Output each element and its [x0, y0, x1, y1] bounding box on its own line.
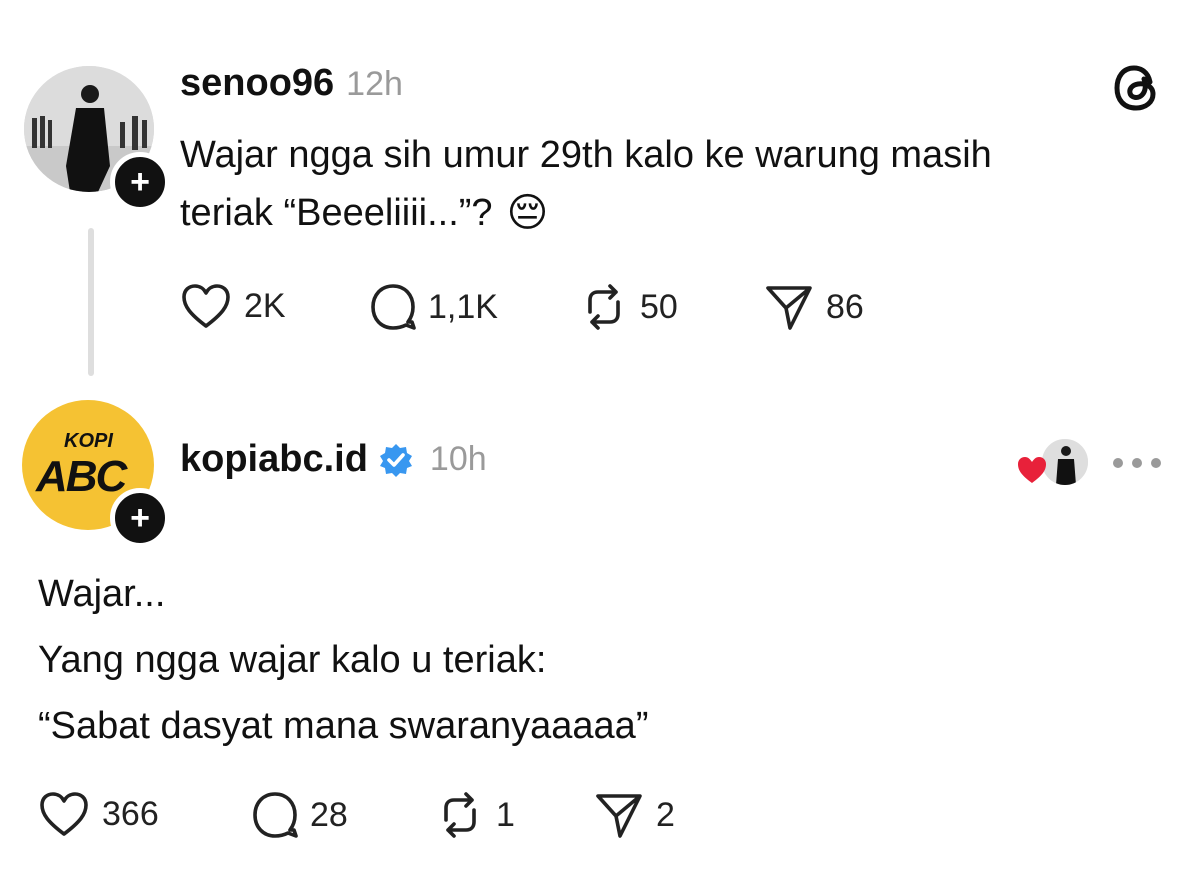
share-send-icon[interactable] [764, 282, 814, 332]
post2-reposts-count: 1 [496, 795, 515, 834]
reply-bubble-icon[interactable] [250, 790, 300, 840]
post2-reply-stat[interactable]: 28 [250, 790, 348, 840]
post2-text-line3: “Sabat dasyat mana swaranyaaaaa” [38, 705, 649, 747]
reply-bubble-icon[interactable] [368, 282, 418, 332]
logo-kopi-text: KOPI [64, 430, 113, 452]
post2-repost-stat[interactable]: 1 [434, 790, 515, 840]
post1-header: senoo96 12h [180, 62, 403, 105]
post1-shares-count: 86 [826, 287, 864, 326]
verified-badge-icon [379, 443, 412, 477]
heart-icon[interactable] [38, 790, 90, 838]
follow-plus-button-kopiabc[interactable]: + [110, 488, 170, 548]
liked-heart-icon [1016, 455, 1048, 490]
repost-icon[interactable] [434, 790, 486, 840]
post1-reply-stat[interactable]: 1,1K [368, 282, 498, 332]
post2-likes-count: 366 [102, 794, 159, 833]
threads-logo-icon[interactable] [1112, 62, 1162, 119]
post1-reposts-count: 50 [640, 287, 678, 326]
repost-icon[interactable] [578, 282, 630, 332]
post2-body: Wajar... Yang ngga wajar kalo u teriak: … [38, 561, 648, 759]
thread-connector-line [88, 228, 94, 376]
post2-share-stat[interactable]: 2 [594, 790, 675, 840]
pensive-face-emoji: 😔 [506, 191, 549, 235]
post2-text-line2: Yang ngga wajar kalo u teriak: [38, 639, 547, 681]
post2-like-stat[interactable]: 366 [38, 790, 159, 838]
post1-repost-stat[interactable]: 50 [578, 282, 678, 332]
follow-plus-button-senoo96[interactable]: + [110, 152, 170, 212]
post2-shares-count: 2 [656, 795, 675, 834]
post1-replies-count: 1,1K [428, 287, 498, 326]
heart-icon[interactable] [180, 282, 232, 330]
post1-text-line2: teriak “Beeeliiii...”? [180, 192, 493, 234]
post1-timestamp: 12h [346, 65, 403, 103]
post1-body: Wajar ngga sih umur 29th kalo ke warung … [180, 126, 992, 242]
post1-share-stat[interactable]: 86 [764, 282, 864, 332]
post2-text-line1: Wajar... [38, 573, 166, 615]
share-send-icon[interactable] [594, 790, 644, 840]
username-senoo96[interactable]: senoo96 [180, 62, 334, 105]
post2-header: kopiabc.id 10h [180, 438, 487, 481]
post2-timestamp: 10h [429, 440, 487, 478]
more-options-icon[interactable] [1112, 456, 1162, 474]
post1-like-stat[interactable]: 2K [180, 282, 286, 330]
post2-replies-count: 28 [310, 795, 348, 834]
logo-abc-text: ABC [36, 452, 127, 501]
post1-text-line1: Wajar ngga sih umur 29th kalo ke warung … [180, 134, 992, 176]
username-kopiabc[interactable]: kopiabc.id [180, 438, 368, 481]
post1-likes-count: 2K [244, 286, 286, 325]
